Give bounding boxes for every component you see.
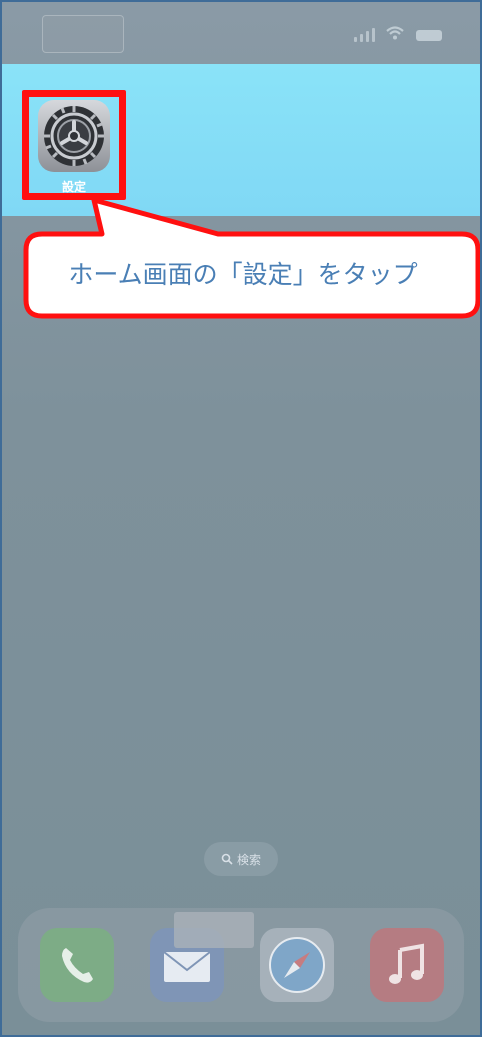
search-label: 検索 [236,852,261,867]
music-app-icon[interactable] [370,928,444,1002]
music-icon [389,943,424,984]
safari-app-icon[interactable] [260,928,334,1002]
phone-app-icon[interactable] [40,928,114,1002]
search-button[interactable]: 検索 [204,842,278,876]
phone-icon [62,948,93,983]
overlay-box [174,912,254,948]
home-screen: 設定 ホーム画面の「設定」をタップ 検索 [0,0,482,1037]
callout-text: ホーム画面の「設定」をタップ [68,260,418,289]
safari-icon [269,937,325,993]
search-icon [221,853,233,865]
